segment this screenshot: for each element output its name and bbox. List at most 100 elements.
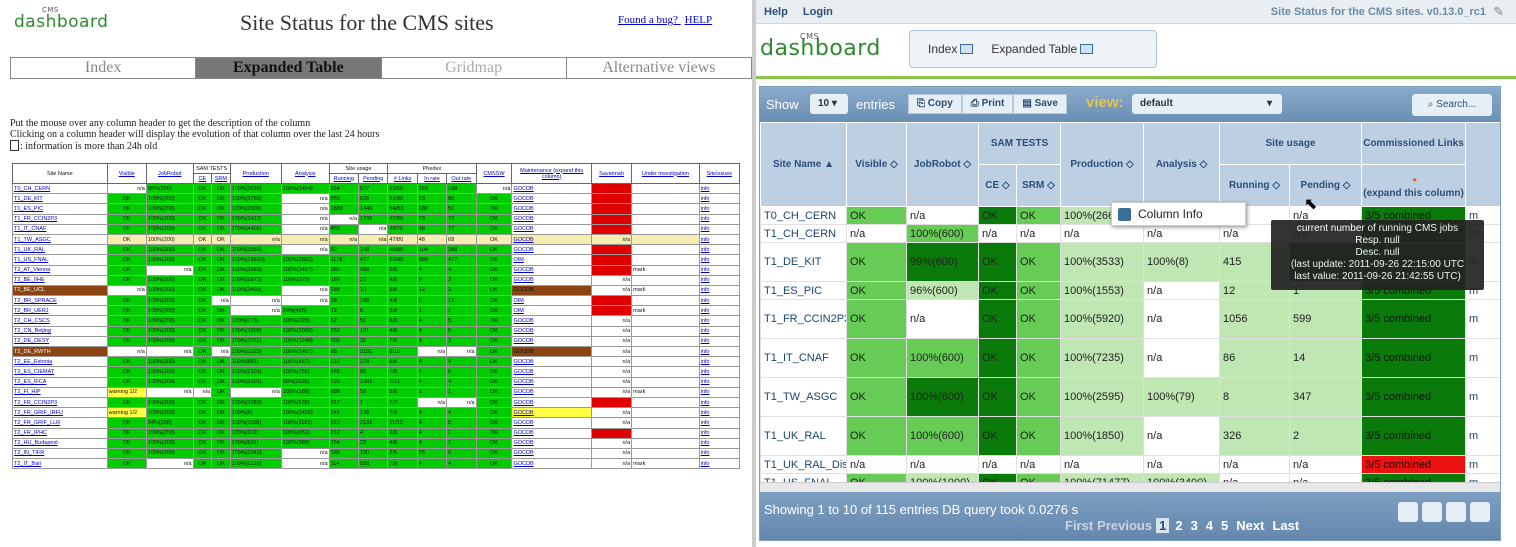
- table-cell[interactable]: GOCDB: [511, 233, 592, 246]
- col-site-name[interactable]: Site Name ▲: [760, 122, 847, 207]
- print-button[interactable]: ⎙ Print: [961, 94, 1014, 114]
- nav-index[interactable]: Index: [928, 42, 974, 56]
- col-srm[interactable]: SRM: [211, 173, 231, 184]
- site-name-cell[interactable]: T1_CH_CERN: [760, 224, 847, 243]
- col-analysis[interactable]: Analysis ◇: [1143, 122, 1221, 207]
- col-srm[interactable]: SRM ◇: [1015, 164, 1062, 207]
- site-name-link[interactable]: T2_FR_CCIN2P3: [12, 396, 108, 409]
- table-cell[interactable]: info: [698, 193, 741, 205]
- table-cell[interactable]: GOCDB: [511, 447, 592, 460]
- table-cell[interactable]: GOCDB: [511, 376, 592, 388]
- page-4[interactable]: 4: [1203, 518, 1216, 533]
- search-button[interactable]: ⌕ Search...: [1412, 94, 1492, 116]
- page-5[interactable]: 5: [1219, 518, 1231, 533]
- site-name-link[interactable]: T1_US_FNAL: [12, 254, 108, 266]
- save-button[interactable]: ▤ Save: [1013, 94, 1067, 114]
- table-cell[interactable]: info: [698, 386, 741, 398]
- col-visible[interactable]: Visible: [106, 163, 147, 184]
- table-cell[interactable]: GOCDB: [511, 284, 592, 297]
- site-name-link[interactable]: T2_IN_TIFR: [12, 447, 108, 460]
- col-cmssw[interactable]: CMSSW: [475, 163, 513, 184]
- site-name-link[interactable]: T2_DE_RWTH: [12, 345, 108, 358]
- table-cell[interactable]: info: [698, 447, 741, 460]
- col-jobrobot[interactable]: JobRobot: [145, 163, 194, 184]
- table-cell[interactable]: info: [698, 264, 741, 276]
- table-cell[interactable]: GOCDB: [511, 427, 592, 439]
- tab-gridmap[interactable]: Gridmap: [381, 58, 567, 78]
- site-name-link[interactable]: T2_BR_UERJ: [12, 305, 108, 317]
- table-cell[interactable]: info: [698, 396, 741, 409]
- edit-icon[interactable]: [1398, 502, 1418, 522]
- site-name-link[interactable]: T2_FI_HIP: [12, 386, 108, 398]
- table-cell[interactable]: info: [698, 437, 741, 449]
- table-cell[interactable]: info: [698, 427, 741, 439]
- site-name-cell[interactable]: T1_UK_RAL: [760, 416, 847, 456]
- site-name-link[interactable]: T1_UK_RAL: [12, 244, 108, 256]
- table-cell[interactable]: GOCDB: [511, 213, 592, 225]
- horizontal-scrollbar[interactable]: [760, 482, 1500, 492]
- table-cell[interactable]: GOCDB: [511, 315, 592, 327]
- nav-expanded-table[interactable]: Expanded Table: [991, 42, 1094, 56]
- table-cell[interactable]: OIM: [511, 305, 592, 317]
- table-row[interactable]: T1_FR_CCIN2P3 OK n/a OK OK 100%(5920) n/a 1056 5…: [760, 299, 1500, 339]
- table-cell[interactable]: info: [698, 325, 741, 337]
- table-cell[interactable]: GOCDB: [511, 407, 592, 419]
- site-name-link[interactable]: T2_FR_IPHC: [12, 427, 108, 439]
- site-name-link[interactable]: T1_ES_PIC: [12, 203, 108, 215]
- page-previous[interactable]: Previous: [1097, 518, 1152, 533]
- site-name-link[interactable]: T2_IT_Bari: [12, 458, 108, 470]
- table-cell[interactable]: info: [698, 254, 741, 266]
- col-analysis[interactable]: Analysis: [280, 163, 330, 184]
- col-ce[interactable]: CE ◇: [978, 164, 1017, 207]
- site-name-cell[interactable]: T1_IT_CNAF: [760, 338, 847, 378]
- table-cell[interactable]: info: [698, 458, 741, 470]
- table-cell[interactable]: info: [698, 233, 741, 246]
- table-cell[interactable]: OIM: [511, 295, 592, 307]
- site-name-link[interactable]: T1_TW_ASGC: [12, 233, 108, 246]
- page-2[interactable]: 2: [1173, 518, 1185, 533]
- site-name-cell[interactable]: T1_FR_CCIN2P3: [760, 299, 847, 339]
- table-row[interactable]: T1_IT_CNAF OK 100%(600) OK OK 100%(7235) n/a 86…: [760, 338, 1500, 378]
- site-name-link[interactable]: T2_BE_IIHE: [12, 274, 108, 286]
- table-cell[interactable]: GOCDB: [511, 396, 592, 409]
- table-cell[interactable]: info: [698, 203, 741, 215]
- view-select[interactable]: default ▾: [1132, 94, 1282, 114]
- table-cell[interactable]: GOCDB: [511, 264, 592, 276]
- page-1[interactable]: 1: [1156, 518, 1170, 533]
- link-icon[interactable]: [1446, 502, 1466, 522]
- table-cell[interactable]: info: [698, 244, 741, 256]
- column-info-menu[interactable]: Column Info: [1111, 202, 1246, 226]
- help-link[interactable]: HELP: [685, 14, 713, 26]
- table-cell[interactable]: info: [698, 213, 741, 225]
- table-scroll-area[interactable]: Site Name ▲ Visible ◇ JobRobot ◇ SAM TES…: [760, 122, 1500, 482]
- page-3[interactable]: 3: [1188, 518, 1200, 533]
- col-siteissues[interactable]: SiteIssues: [698, 163, 741, 184]
- col-running[interactable]: Running ◇: [1219, 164, 1291, 207]
- tab-expanded-table[interactable]: Expanded Table: [196, 58, 382, 78]
- bug-report[interactable]: Found a bug? HELP: [618, 14, 712, 26]
- tab-alternative-views[interactable]: Alternative views: [566, 58, 751, 78]
- table-cell[interactable]: GOCDB: [511, 366, 592, 378]
- table-cell[interactable]: GOCDB: [511, 458, 592, 470]
- site-name-link[interactable]: T2_FR_GRIF_IRFU: [12, 407, 108, 419]
- table-cell[interactable]: info: [698, 335, 741, 348]
- tab-index[interactable]: Index: [11, 58, 197, 78]
- site-name-cell[interactable]: T1_TW_ASGC: [760, 377, 847, 417]
- col-jobrobot[interactable]: JobRobot ◇: [906, 122, 979, 207]
- table-cell[interactable]: info: [698, 407, 741, 419]
- columns-icon[interactable]: [1422, 502, 1442, 522]
- page-last[interactable]: Last: [1270, 518, 1302, 533]
- col-maintenance[interactable]: Maintenance (expand this column): [511, 163, 592, 184]
- col-visible[interactable]: Visible ◇: [846, 122, 907, 207]
- site-name-cell[interactable]: T1_DE_KIT: [760, 242, 847, 282]
- site-name-link[interactable]: T0_CH_CERN: [12, 182, 108, 195]
- table-cell[interactable]: OIM: [511, 254, 592, 266]
- site-name-link[interactable]: T2_FR_GRIF_LLR: [12, 417, 108, 429]
- site-name-link[interactable]: T2_DE_DESY: [12, 335, 108, 348]
- bug-link[interactable]: Found a bug?: [618, 14, 678, 26]
- table-cell[interactable]: info: [698, 274, 741, 286]
- table-row[interactable]: T1_TW_ASGC OK 100%(600) OK OK 100%(2595) 100%(…: [760, 377, 1500, 417]
- site-name-link[interactable]: T2_HU_Budapest: [12, 437, 108, 449]
- col-commissioned-links[interactable]: Commissioned Links: [1361, 122, 1467, 165]
- site-name-link[interactable]: T2_BR_SPRACE: [12, 295, 108, 307]
